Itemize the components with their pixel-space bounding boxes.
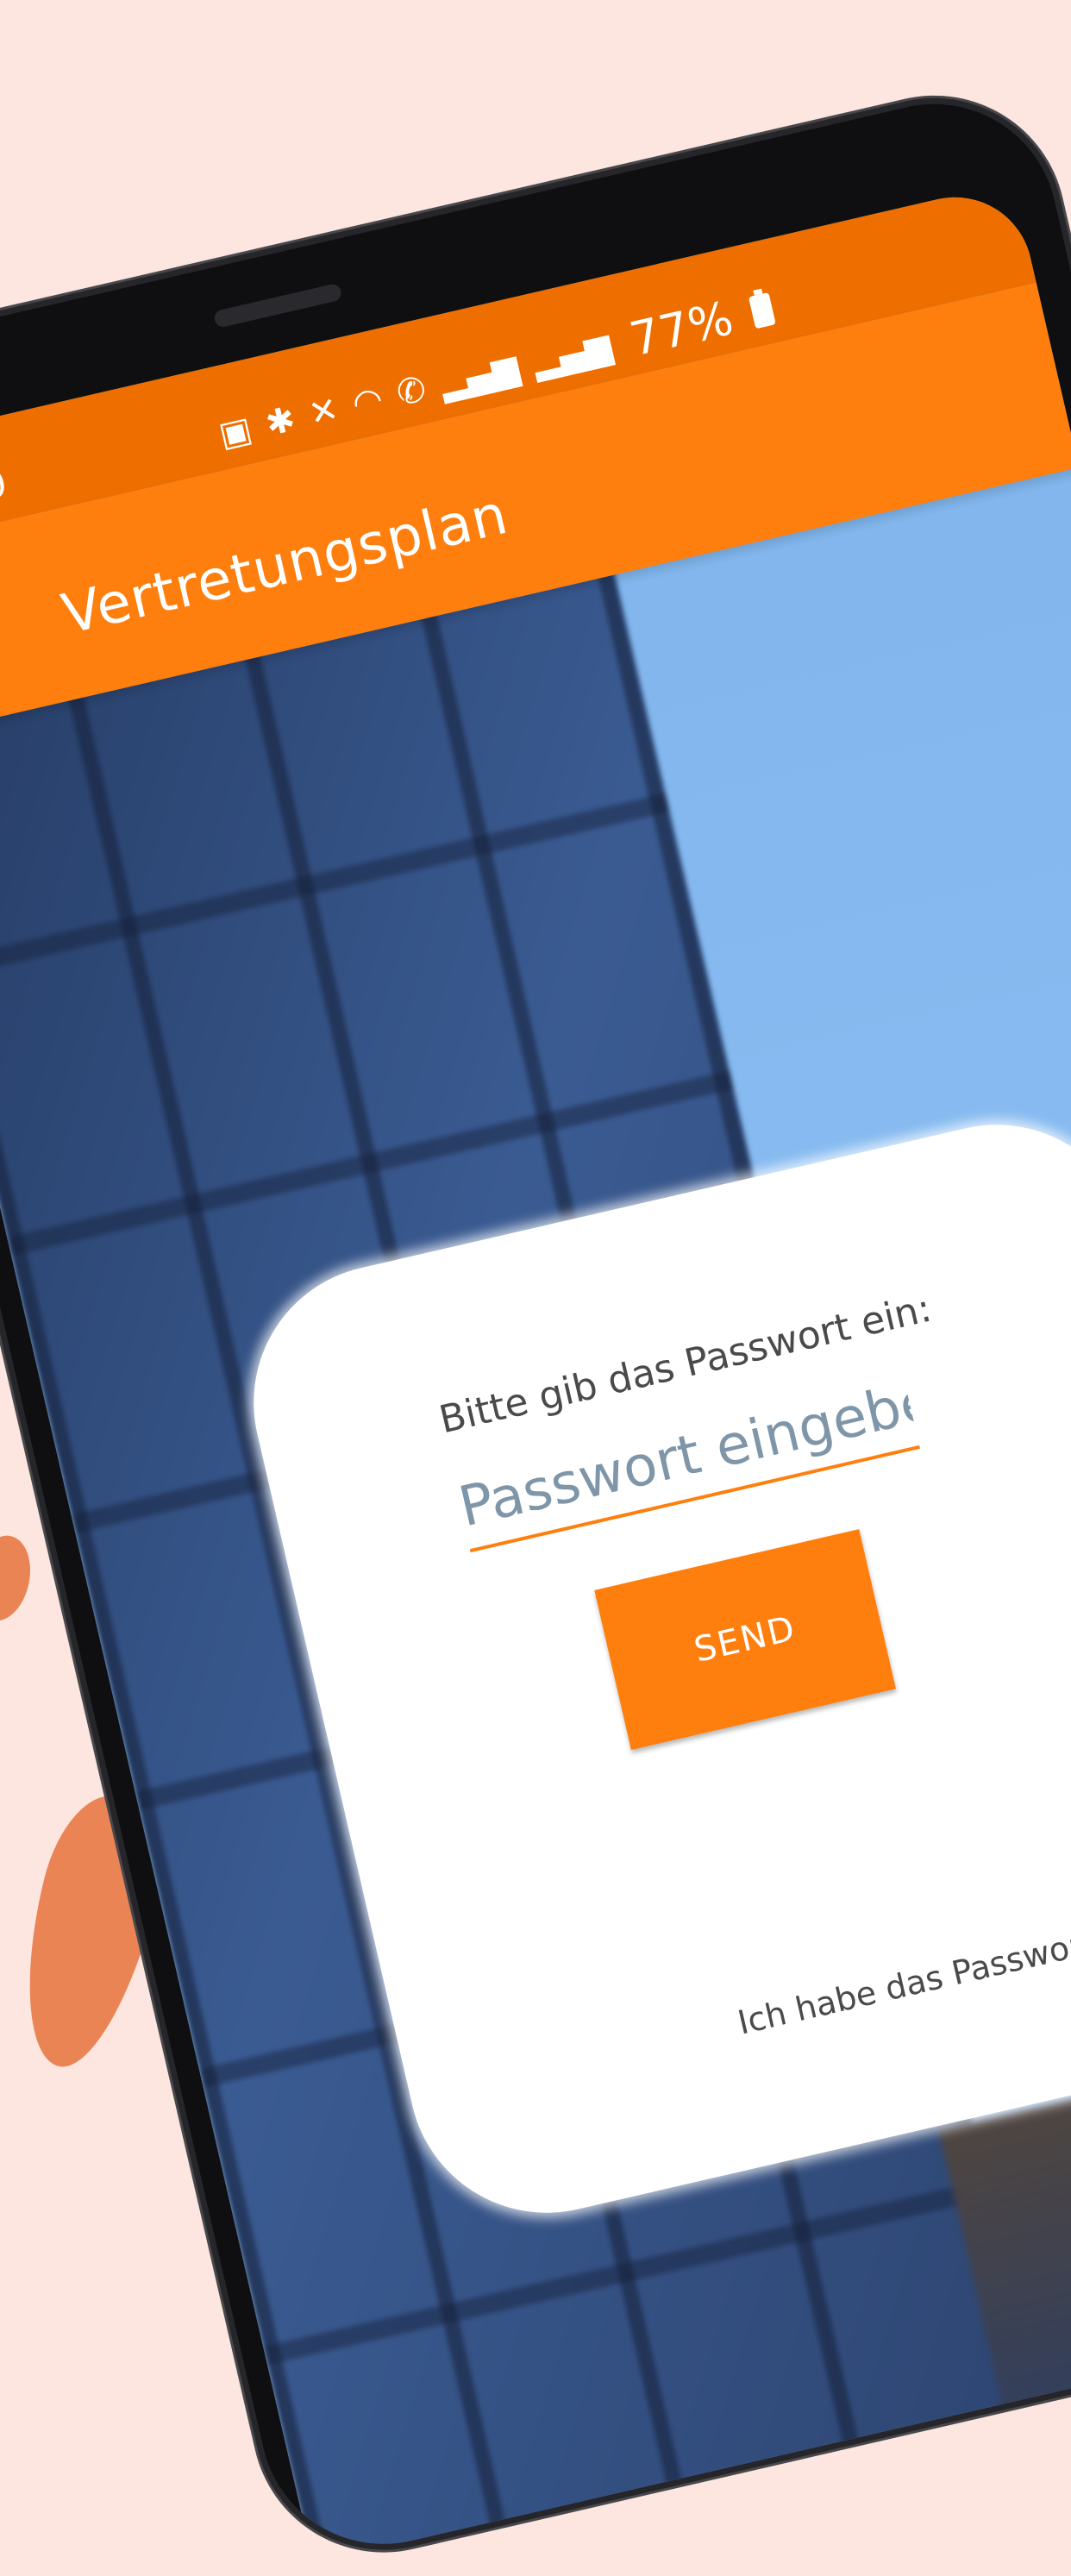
decorative-blob-small: [0, 1530, 38, 1626]
battery-icon: [748, 291, 776, 329]
wifi-calling-icon: ✆: [392, 368, 430, 414]
signal-icon: ▂▄▆: [435, 347, 523, 404]
wifi-icon: ◠: [348, 378, 387, 424]
battery-saver-icon: ▣: [215, 409, 256, 455]
bluetooth-icon: ✱: [261, 398, 299, 444]
forgot-password-link[interactable]: Ich habe das Passwort vergessen: [735, 1883, 1071, 2042]
status-time: 9: [0, 461, 12, 511]
send-button[interactable]: SEND: [594, 1529, 896, 1751]
mute-icon: ✕: [304, 388, 342, 435]
signal-icon: ▂▄▆: [529, 325, 616, 383]
earpiece-speaker: [212, 282, 343, 329]
